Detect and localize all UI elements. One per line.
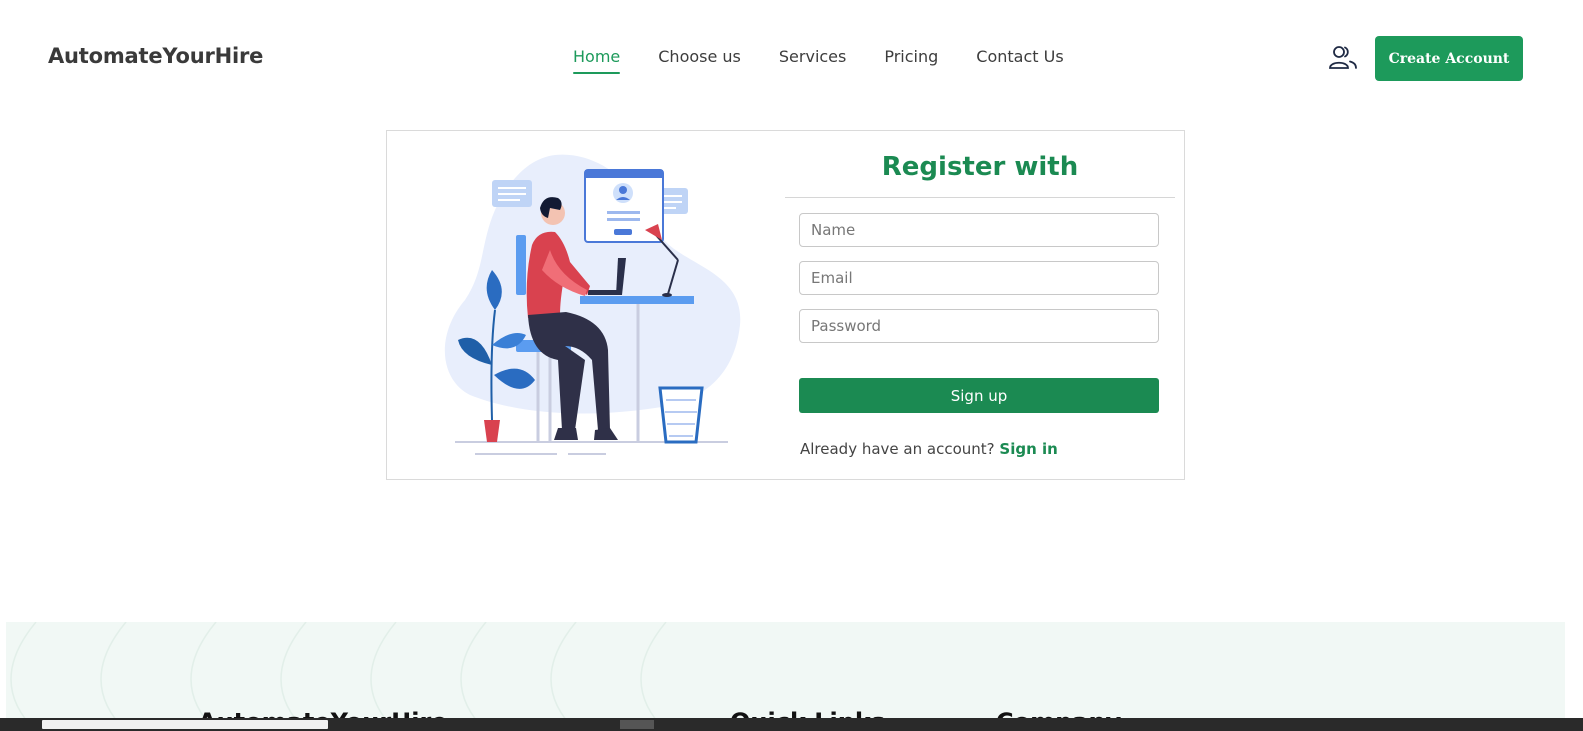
site-logo[interactable]: AutomateYourHire [48, 44, 263, 68]
signin-prompt: Already have an account? Sign in [800, 440, 1058, 458]
title-divider [785, 197, 1175, 198]
sign-up-button[interactable]: Sign up [799, 378, 1159, 413]
nav-pricing[interactable]: Pricing [884, 47, 938, 74]
horizontal-scrollbar[interactable] [0, 718, 1583, 731]
nav-contact-us[interactable]: Contact Us [976, 47, 1063, 74]
scrollbar-segment [620, 720, 654, 729]
nav-choose-us[interactable]: Choose us [658, 47, 741, 74]
footer: AutomateYourHire Quick Links Company [6, 622, 1565, 731]
register-title: Register with [881, 152, 1079, 182]
sign-in-link[interactable]: Sign in [999, 440, 1057, 458]
nav-home[interactable]: Home [573, 47, 621, 74]
password-input[interactable] [799, 309, 1159, 343]
nav-services[interactable]: Services [779, 47, 846, 74]
create-account-button[interactable]: Create Account [1375, 36, 1523, 81]
email-input[interactable] [799, 261, 1159, 295]
signup-illustration [440, 150, 750, 460]
main-nav: Home Choose us Services Pricing Contact … [573, 47, 1102, 74]
have-account-text: Already have an account? [800, 440, 995, 458]
users-icon[interactable] [1328, 44, 1358, 72]
name-input[interactable] [799, 213, 1159, 247]
scrollbar-thumb[interactable] [42, 720, 328, 729]
